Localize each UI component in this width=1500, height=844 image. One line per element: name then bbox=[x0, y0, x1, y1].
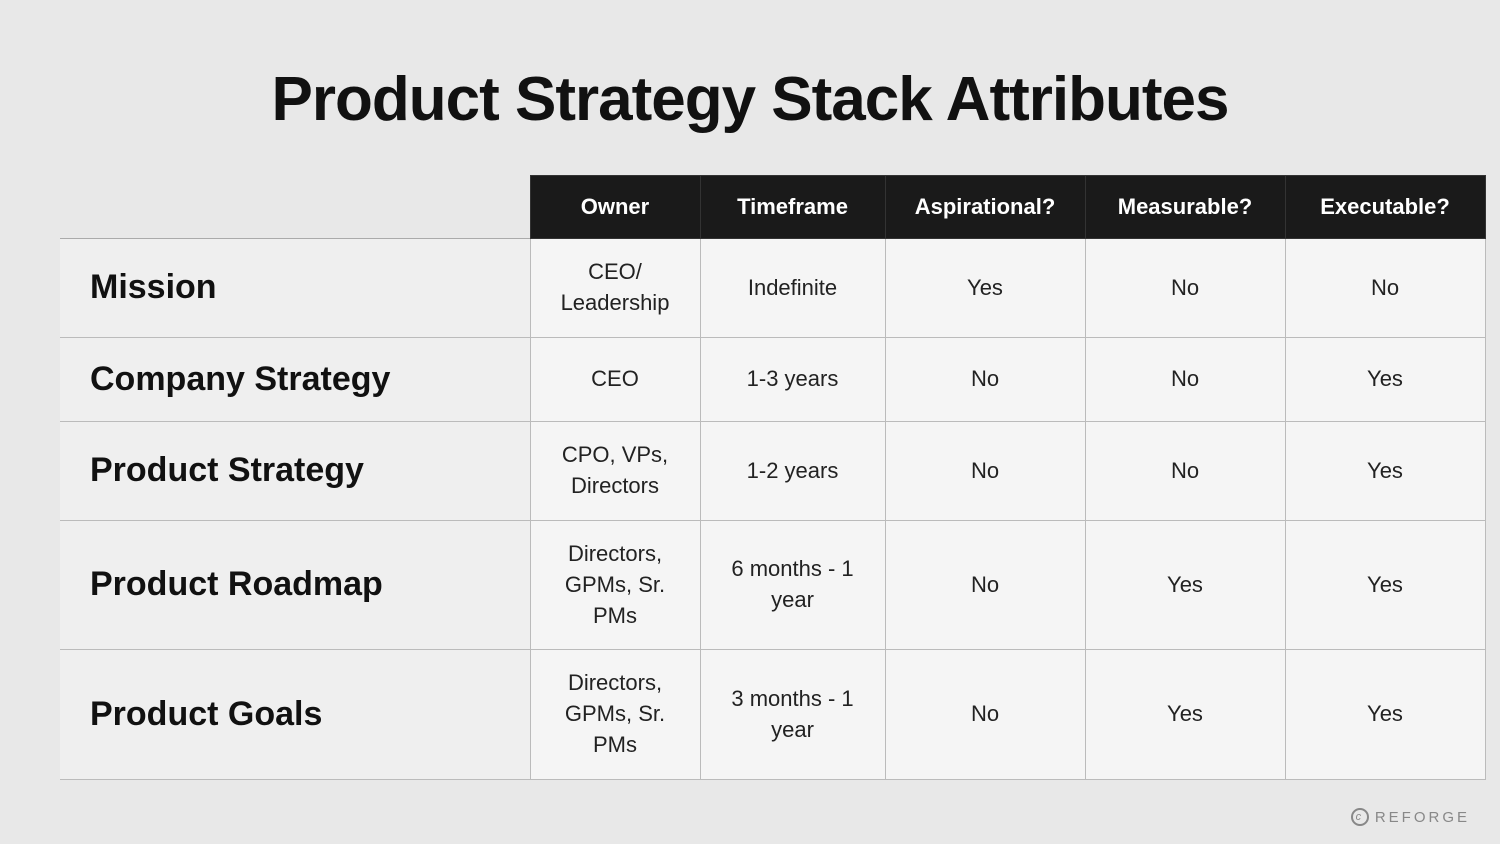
row-aspirational: Yes bbox=[885, 239, 1085, 338]
table-row: Product GoalsDirectors, GPMs, Sr. PMs3 m… bbox=[60, 650, 1485, 779]
row-measurable: Yes bbox=[1085, 521, 1285, 650]
table-row: Product RoadmapDirectors, GPMs, Sr. PMs6… bbox=[60, 521, 1485, 650]
row-owner: Directors, GPMs, Sr. PMs bbox=[530, 521, 700, 650]
table-wrapper: Owner Timeframe Aspirational? Measurable… bbox=[60, 175, 1440, 780]
table-row: MissionCEO/ LeadershipIndefiniteYesNoNo bbox=[60, 239, 1485, 338]
row-owner: CEO/ Leadership bbox=[530, 239, 700, 338]
header-timeframe: Timeframe bbox=[700, 176, 885, 239]
row-timeframe: 6 months - 1 year bbox=[700, 521, 885, 650]
row-executable: No bbox=[1285, 239, 1485, 338]
row-aspirational: No bbox=[885, 337, 1085, 422]
header-aspirational: Aspirational? bbox=[885, 176, 1085, 239]
row-timeframe: Indefinite bbox=[700, 239, 885, 338]
header-executable: Executable? bbox=[1285, 176, 1485, 239]
row-owner: Directors, GPMs, Sr. PMs bbox=[530, 650, 700, 779]
row-aspirational: No bbox=[885, 650, 1085, 779]
row-timeframe: 1-2 years bbox=[700, 422, 885, 521]
page-title: Product Strategy Stack Attributes bbox=[272, 64, 1229, 135]
table-row: Company StrategyCEO1-3 yearsNoNoYes bbox=[60, 337, 1485, 422]
row-executable: Yes bbox=[1285, 650, 1485, 779]
row-owner: CEO bbox=[530, 337, 700, 422]
row-measurable: No bbox=[1085, 239, 1285, 338]
watermark-text: REFORGE bbox=[1375, 809, 1470, 826]
row-measurable: No bbox=[1085, 337, 1285, 422]
row-label: Product Roadmap bbox=[60, 521, 530, 650]
row-executable: Yes bbox=[1285, 337, 1485, 422]
row-executable: Yes bbox=[1285, 422, 1485, 521]
row-label: Product Goals bbox=[60, 650, 530, 779]
row-aspirational: No bbox=[885, 422, 1085, 521]
header-owner: Owner bbox=[530, 176, 700, 239]
table-row: Product StrategyCPO, VPs, Directors1-2 y… bbox=[60, 422, 1485, 521]
row-executable: Yes bbox=[1285, 521, 1485, 650]
row-measurable: Yes bbox=[1085, 650, 1285, 779]
header-measurable: Measurable? bbox=[1085, 176, 1285, 239]
row-owner: CPO, VPs, Directors bbox=[530, 422, 700, 521]
row-label: Mission bbox=[60, 239, 530, 338]
header-empty bbox=[60, 176, 530, 239]
row-label: Product Strategy bbox=[60, 422, 530, 521]
watermark: c REFORGE bbox=[1351, 808, 1470, 826]
copyright-icon: c bbox=[1351, 808, 1369, 826]
row-timeframe: 1-3 years bbox=[700, 337, 885, 422]
row-aspirational: No bbox=[885, 521, 1085, 650]
row-measurable: No bbox=[1085, 422, 1285, 521]
row-label: Company Strategy bbox=[60, 337, 530, 422]
row-timeframe: 3 months - 1 year bbox=[700, 650, 885, 779]
main-table: Owner Timeframe Aspirational? Measurable… bbox=[60, 175, 1486, 780]
